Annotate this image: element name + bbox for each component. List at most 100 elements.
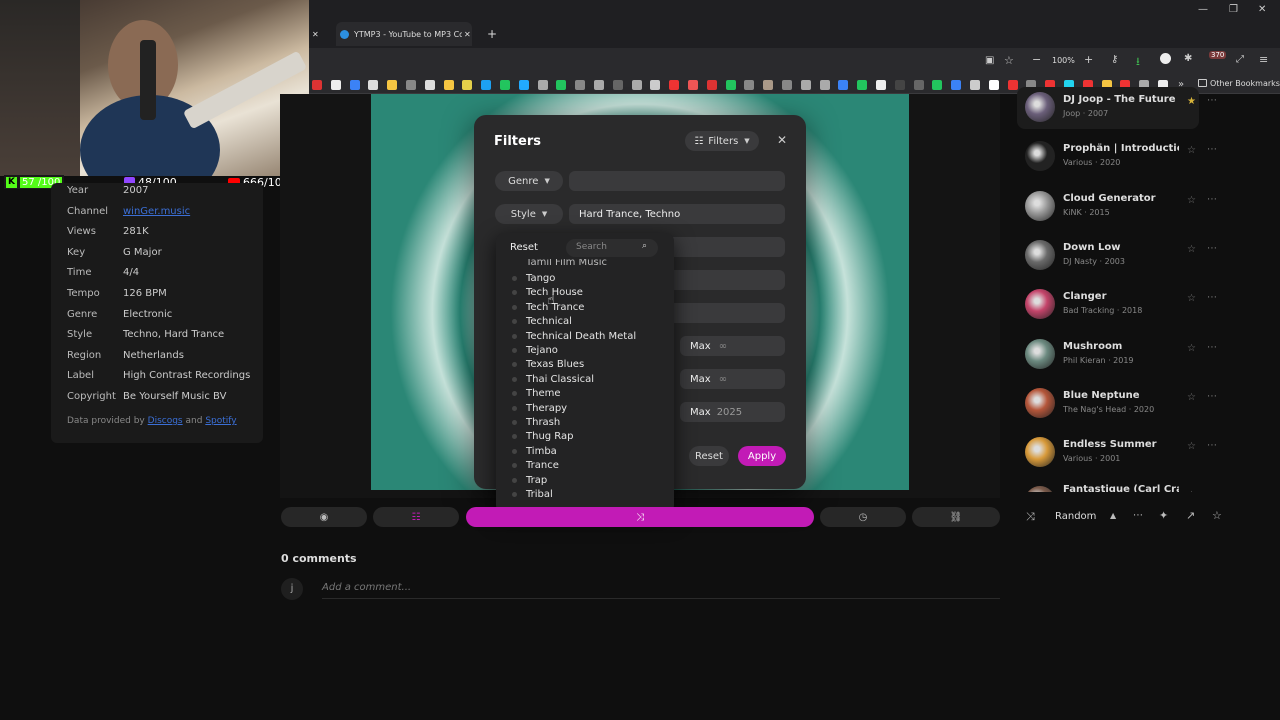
star-icon[interactable]: ☆ [1187,441,1196,452]
dropdown-option[interactable]: Tech Trance [526,301,584,315]
bookmark-favicon-icon[interactable] [688,80,698,90]
apply-button[interactable]: Apply [738,446,786,466]
dropdown-option[interactable]: Technical [526,315,572,329]
new-tab-button[interactable]: + [487,22,497,46]
style-value-field[interactable]: Hard Trance, Techno [569,204,785,224]
discogs-link[interactable]: Discogs [148,416,183,426]
record-button[interactable]: ◉ [281,507,367,527]
bookmark-favicon-icon[interactable] [424,80,435,90]
bookmark-favicon-icon[interactable] [481,80,492,90]
bookmark-favicon-icon[interactable] [744,80,755,90]
bookmark-favicon-icon[interactable] [349,80,360,90]
reset-button[interactable]: Reset [689,446,729,466]
extension-icon[interactable] [1160,53,1171,64]
bookmark-favicon-icon[interactable] [988,80,999,90]
star-icon[interactable]: ☆ [1187,490,1196,492]
playlist-item[interactable]: Cloud Generator KiNK · 2015 ☆ ⋯ [1025,187,1225,227]
playlist-item[interactable]: Endless Summer Various · 2001 ☆ ⋯ [1025,433,1225,473]
bookmark-favicon-icon[interactable] [970,80,980,90]
star-icon[interactable]: ☆ [1187,392,1196,403]
notification-badge[interactable]: 370 [1209,51,1227,59]
more-icon[interactable]: ⋯ [1207,243,1217,254]
bookmark-favicon-icon[interactable] [838,80,849,90]
max-field-2[interactable]: Max ∞ [680,369,785,389]
bookmark-favicon-icon[interactable] [594,80,604,90]
dropdown-option[interactable]: Texas Blues [526,358,584,372]
dropdown-option[interactable]: Trance [526,459,559,473]
star-icon[interactable]: ☆ [1212,509,1222,522]
bookmark-favicon-icon[interactable] [537,80,548,90]
close-icon[interactable]: ✕ [777,133,787,147]
comment-input[interactable]: Add a comment... [322,582,411,593]
star-icon[interactable]: ☆ [1187,145,1196,156]
playlist-item[interactable]: Blue Neptune The Nag's Head · 2020 ☆ ⋯ [1025,384,1225,424]
playlist-item[interactable]: Fantastique (Carl Craig ☆ ⋯ [1025,482,1225,493]
shuffle-play-button[interactable]: ⤨ [466,507,814,527]
more-icon[interactable]: ⋯ [1207,95,1217,106]
style-select[interactable]: Style ▼ [495,204,563,224]
random-mode-label[interactable]: Random [1055,511,1096,522]
bookmark-favicon-icon[interactable] [819,80,830,90]
bookmark-favicon-icon[interactable] [763,80,774,90]
playlist-item[interactable]: Mushroom Phil Kieran · 2019 ☆ ⋯ [1025,335,1225,375]
tab-ytmp3[interactable]: YTMP3 - YouTube to MP3 Conv ✕ [336,22,472,46]
max-field-1[interactable]: Max ∞ [680,336,785,356]
bookmark-favicon-icon[interactable] [725,80,736,90]
screenshot-icon[interactable]: ▣ [985,55,994,66]
close-window-icon[interactable]: ✕ [1258,4,1266,15]
bookmark-favicon-icon[interactable] [876,80,886,90]
dropdown-option[interactable]: Thai Classical [526,373,594,387]
bookmark-favicon-icon[interactable] [500,80,510,90]
bookmark-favicon-icon[interactable] [951,80,962,90]
dropdown-option[interactable]: Therapy [526,402,567,416]
dropdown-reset-button[interactable]: Reset [510,242,538,253]
dropdown-option[interactable]: Thug Rap [526,430,574,444]
star-icon[interactable]: ☆ [1187,343,1196,354]
bookmark-favicon-icon[interactable] [1007,80,1018,90]
minimize-icon[interactable]: — [1198,4,1208,15]
playlist-item[interactable]: DJ Joop - The Future (T... Joop · 2007 ★ ⋯ [1025,88,1225,128]
dropdown-option[interactable]: Technical Death Metal [526,330,636,344]
bookmark-favicon-icon[interactable] [612,80,623,90]
bookmark-favicon-icon[interactable] [575,80,586,90]
more-icon[interactable]: ⋯ [1207,342,1217,353]
bookmark-favicon-icon[interactable] [650,80,661,90]
dropdown-search-input[interactable]: Search ⌕ [566,239,658,257]
more-icon[interactable]: ⋯ [1207,440,1217,451]
bookmark-favicon-icon[interactable] [387,80,398,90]
timer-button[interactable]: ◷ [820,507,906,527]
bookmark-favicon-icon[interactable] [857,80,868,90]
star-icon[interactable]: ★ [1187,96,1196,107]
dropdown-option[interactable]: Tango [526,272,555,286]
restore-icon[interactable]: ❐ [1229,4,1238,15]
dropdown-option[interactable]: Tejano [526,344,558,358]
star-icon[interactable]: ☆ [1187,244,1196,255]
trending-icon[interactable]: ↗ [1186,509,1195,522]
key-icon[interactable]: ⚷ [1111,54,1118,65]
playlist-item[interactable]: Prophän | Introduction ... Various · 2020… [1025,137,1225,177]
more-icon[interactable]: ⋯ [1207,391,1217,402]
playlist-item[interactable]: Down Low DJ Nasty · 2003 ☆ ⋯ [1025,236,1225,276]
bookmark-favicon-icon[interactable] [406,80,416,90]
zoom-out-button[interactable]: − [1032,53,1041,66]
bookmark-favicon-icon[interactable] [800,80,811,90]
bookmark-favicon-icon[interactable] [932,80,943,90]
bookmark-favicon-icon[interactable] [706,80,717,90]
sparkle-icon[interactable]: ✦ [1159,509,1168,522]
shuffle-icon[interactable]: ⤨ [1026,510,1035,524]
bookmark-favicon-icon[interactable] [556,80,567,90]
dropdown-partial-item[interactable]: Tamil Film Music [526,259,607,268]
bookmark-favicon-icon[interactable] [443,80,454,90]
more-icon[interactable]: ⋯ [1207,489,1217,492]
bookmark-favicon-icon[interactable] [894,80,905,90]
filter-toggle-button[interactable]: ☷ [373,507,459,527]
bookmark-favicon-icon[interactable] [782,80,792,90]
more-icon[interactable]: ⋯ [1207,194,1217,205]
bookmark-favicon-icon[interactable] [462,80,473,90]
bookmark-favicon-icon[interactable] [330,80,341,90]
bookmark-favicon-icon[interactable] [518,80,529,90]
dropdown-option[interactable]: Tribal [526,488,553,502]
more-icon[interactable]: ⋯ [1207,144,1217,155]
genre-select[interactable]: Genre ▼ [495,171,563,191]
more-icon[interactable]: ⋯ [1133,510,1143,521]
